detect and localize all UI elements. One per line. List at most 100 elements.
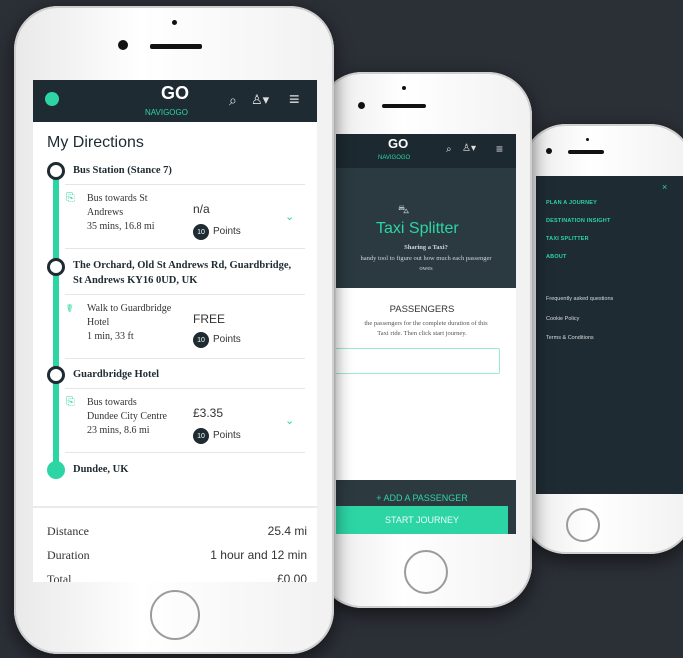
directions-screen: GO NAVIGOGO ⌕ ♙▾ ≡ My Directions Bus Sta…: [33, 80, 317, 582]
menu-screen: × PLAN A JOURNEY DESTINATION INSIGHT TAX…: [536, 176, 683, 494]
search-icon[interactable]: ⌕: [229, 92, 237, 109]
leg-2-line3: 1 min, 33 ft: [87, 331, 134, 342]
stop-marker: [47, 258, 65, 276]
page-title: Taxi Splitter: [376, 220, 459, 237]
taxi-screen: GO NAVIGOGO ⌕ ♙▾ ≡ ⛍ Taxi Splitter Shari…: [336, 134, 516, 534]
home-button[interactable]: [404, 550, 448, 594]
leg-3-points-badge: 10: [193, 428, 209, 444]
taxi-description-line2: owes: [419, 265, 433, 272]
stop-dundee: Dundee, UK: [73, 464, 129, 475]
hamburger-menu-icon[interactable]: ≡: [289, 89, 300, 110]
total-value: £0.00: [276, 572, 307, 582]
phone-taxi-splitter: GO NAVIGOGO ⌕ ♙▾ ≡ ⛍ Taxi Splitter Shari…: [318, 72, 532, 608]
leg-3-points-label: Points: [213, 430, 241, 441]
start-journey-button[interactable]: START JOURNEY: [336, 506, 508, 534]
menu-item-cookie-policy[interactable]: Cookie Policy: [546, 316, 579, 322]
leg-2-line1: Walk to Guardbridge: [87, 303, 172, 314]
leg-3-price: £3.35: [193, 406, 224, 420]
logo-mark: GO: [388, 136, 409, 151]
sensor: [586, 138, 589, 141]
menu-item-faq[interactable]: Frequently asked questions: [546, 296, 613, 302]
logo-text: NAVIGOGO: [145, 108, 188, 117]
close-icon[interactable]: ×: [662, 182, 667, 192]
divider: [65, 294, 305, 295]
total-label: Total: [47, 572, 72, 582]
leg-1-points-label: Points: [213, 226, 241, 237]
leg-2-line2: Hotel: [87, 317, 110, 328]
user-icon[interactable]: ♙▾: [462, 143, 476, 154]
logo-text: NAVIGOGO: [378, 155, 411, 161]
menu-item-destination-insight[interactable]: DESTINATION INSIGHT: [546, 218, 611, 224]
bus-icon: ⎘: [66, 192, 75, 204]
duration-value: 1 hour and 12 min: [210, 548, 307, 562]
home-button[interactable]: [566, 508, 600, 542]
sensor: [402, 86, 406, 90]
phone-directions: GO NAVIGOGO ⌕ ♙▾ ≡ My Directions Bus Sta…: [14, 6, 334, 654]
divider: [65, 388, 305, 389]
speaker: [382, 104, 426, 108]
leg-1-price: n/a: [193, 202, 210, 216]
stop-guardbridge-hotel: Guardbridge Hotel: [73, 369, 160, 380]
menu-item-plan-journey[interactable]: PLAN A JOURNEY: [546, 200, 597, 206]
bus-icon: ⎘: [66, 396, 75, 408]
location-pin-icon[interactable]: [45, 92, 59, 106]
search-icon[interactable]: ⌕: [446, 144, 452, 155]
front-camera: [118, 40, 128, 50]
leg-1-line3: 35 mins, 16.8 mi: [87, 221, 155, 232]
leg-1-points-badge: 10: [193, 224, 209, 240]
divider: [65, 184, 305, 185]
stop-marker: [47, 162, 65, 180]
leg-1-line2: Andrews: [87, 207, 124, 218]
leg-1-line1: Bus towards St: [87, 193, 148, 204]
hamburger-menu-icon[interactable]: ≡: [496, 142, 503, 156]
divider: [65, 358, 305, 359]
leg-2-points-label: Points: [213, 334, 241, 345]
app-header: GO NAVIGOGO ⌕ ♙▾ ≡: [33, 80, 317, 122]
summary-divider: [33, 506, 317, 508]
leg-2-points-badge: 10: [193, 332, 209, 348]
distance-label: Distance: [47, 524, 89, 538]
leg-3-line3: 23 mins, 8.6 mi: [87, 425, 150, 436]
passengers-card: PASSENGERS the passengers for the comple…: [336, 288, 516, 480]
summary-distance-row: Distance 25.4 mi: [47, 524, 307, 539]
sensor: [172, 20, 177, 25]
chevron-down-icon[interactable]: ⌄: [285, 414, 294, 427]
passengers-instructions-line1: the passengers for the complete duration…: [364, 320, 488, 327]
phone-menu: × PLAN A JOURNEY DESTINATION INSIGHT TAX…: [522, 124, 683, 554]
leg-3-line2: Dundee City Centre: [87, 411, 167, 422]
divider: [65, 248, 305, 249]
stop-marker: [47, 366, 65, 384]
page-title: My Directions: [47, 134, 144, 151]
passenger-name-input[interactable]: [336, 348, 500, 374]
duration-label: Duration: [47, 548, 90, 562]
front-camera: [546, 148, 552, 154]
home-button[interactable]: [150, 590, 200, 640]
summary-total-row: Total £0.00: [47, 572, 307, 582]
summary-duration-row: Duration 1 hour and 12 min: [47, 548, 307, 563]
taxi-icon: ⛍: [398, 204, 410, 216]
taxi-question: Sharing a Taxi?: [404, 244, 448, 251]
passengers-instructions-line2: Taxi ride. Then click start journey.: [377, 330, 467, 337]
distance-value: 25.4 mi: [267, 524, 307, 538]
walk-icon: ☤: [66, 303, 74, 315]
destination-marker: [47, 461, 65, 479]
speaker: [568, 150, 604, 154]
passengers-heading: PASSENGERS: [389, 304, 455, 315]
front-camera: [358, 102, 365, 109]
stop-the-orchard-line2: St Andrews KY16 0UD, UK: [73, 275, 198, 286]
user-icon[interactable]: ♙▾: [251, 92, 269, 108]
stop-bus-station: Bus Station (Stance 7): [73, 165, 172, 176]
menu-item-taxi-splitter[interactable]: TAXI SPLITTER: [546, 236, 589, 242]
speaker: [150, 44, 202, 49]
chevron-down-icon[interactable]: ⌄: [285, 210, 294, 223]
stop-the-orchard-line1: The Orchard, Old St Andrews Rd, Guardbri…: [73, 260, 292, 271]
app-header: GO NAVIGOGO ⌕ ♙▾ ≡: [336, 134, 516, 168]
logo-mark: GO: [161, 83, 190, 103]
leg-2-price: FREE: [193, 312, 226, 326]
route-line: [53, 172, 59, 470]
divider: [65, 452, 305, 453]
taxi-description-line1: handy tool to figure out how much each p…: [360, 255, 492, 262]
leg-3-line1: Bus towards: [87, 397, 137, 408]
menu-item-terms[interactable]: Terms & Conditions: [546, 335, 594, 341]
menu-item-about[interactable]: ABOUT: [546, 254, 567, 260]
